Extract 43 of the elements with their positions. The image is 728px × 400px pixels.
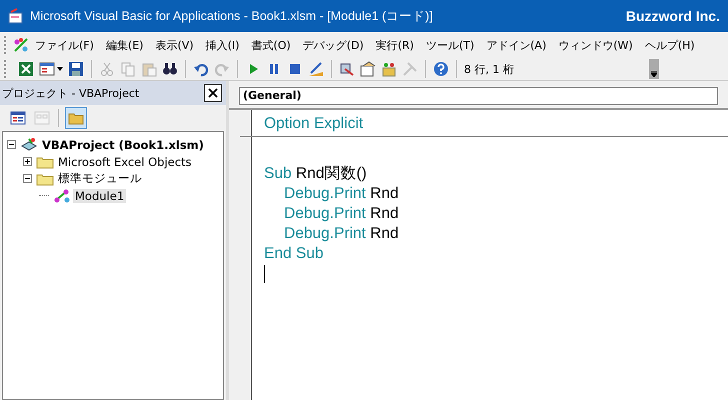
- text-cursor: [264, 264, 265, 283]
- tree-item[interactable]: 標準モジュール: [56, 171, 144, 186]
- tree-item[interactable]: Module1: [73, 188, 126, 202]
- menu-item[interactable]: 編集(E): [100, 38, 150, 52]
- expand-toggle[interactable]: [23, 157, 32, 166]
- brand-label: Buzzword Inc.: [626, 8, 720, 24]
- code-line: Debug.Print Rnd: [284, 204, 399, 224]
- code-line: Debug.Print Rnd: [284, 184, 399, 204]
- overflow-button[interactable]: [649, 59, 659, 79]
- close-button[interactable]: [204, 84, 222, 102]
- find-icon[interactable]: [162, 61, 178, 77]
- menu-item[interactable]: 表示(V): [149, 38, 200, 52]
- code-line: End Sub: [264, 244, 324, 264]
- stop-icon[interactable]: [287, 61, 303, 77]
- help-icon[interactable]: [433, 61, 449, 77]
- caret-icon: [651, 71, 657, 77]
- code-editor[interactable]: Option Explicit Sub Rnd関数() Debug.Print Rnd Debug.Print Rnd Debug.Print Rnd End Sub: [229, 108, 728, 400]
- app-icon: [8, 8, 24, 24]
- menu-item[interactable]: ファイル(F): [29, 38, 100, 52]
- tree-item[interactable]: VBAProject (Book1.xlsm): [40, 138, 206, 152]
- tree-item[interactable]: Microsoft Excel Objects: [56, 154, 194, 168]
- menu-item[interactable]: ツール(T): [420, 38, 480, 52]
- menu-item[interactable]: デバッグ(D): [296, 38, 370, 52]
- close-icon: [208, 88, 218, 98]
- menu-item[interactable]: 実行(R): [370, 38, 420, 52]
- object-dropdown[interactable]: (General): [239, 87, 718, 105]
- collapse-toggle[interactable]: [7, 140, 16, 149]
- menu-item[interactable]: 挿入(I): [200, 38, 246, 52]
- code-line: Option Explicit: [264, 114, 364, 134]
- menu-item[interactable]: アドイン(A): [480, 38, 552, 52]
- menu-item[interactable]: 書式(O): [245, 38, 297, 52]
- menu-item[interactable]: ウィンドウ(W): [552, 38, 639, 52]
- code-line: Sub Rnd関数(): [264, 164, 367, 184]
- collapse-toggle[interactable]: [23, 174, 32, 183]
- undo-icon[interactable]: [193, 61, 209, 77]
- cursor-position: 8 行, 1 桁: [464, 62, 515, 76]
- code-line: Debug.Print Rnd: [284, 224, 399, 244]
- module-icon: [53, 188, 71, 204]
- caret-icon[interactable]: [57, 67, 63, 71]
- menu-item[interactable]: ヘルプ(H): [638, 38, 701, 52]
- save-icon[interactable]: [68, 61, 84, 77]
- window-title: Microsoft Visual Basic for Applications - Book1.xlsm - [Module1 (コード)]: [30, 8, 433, 24]
- pane-title: プロジェクト - VBAProject: [2, 86, 140, 100]
